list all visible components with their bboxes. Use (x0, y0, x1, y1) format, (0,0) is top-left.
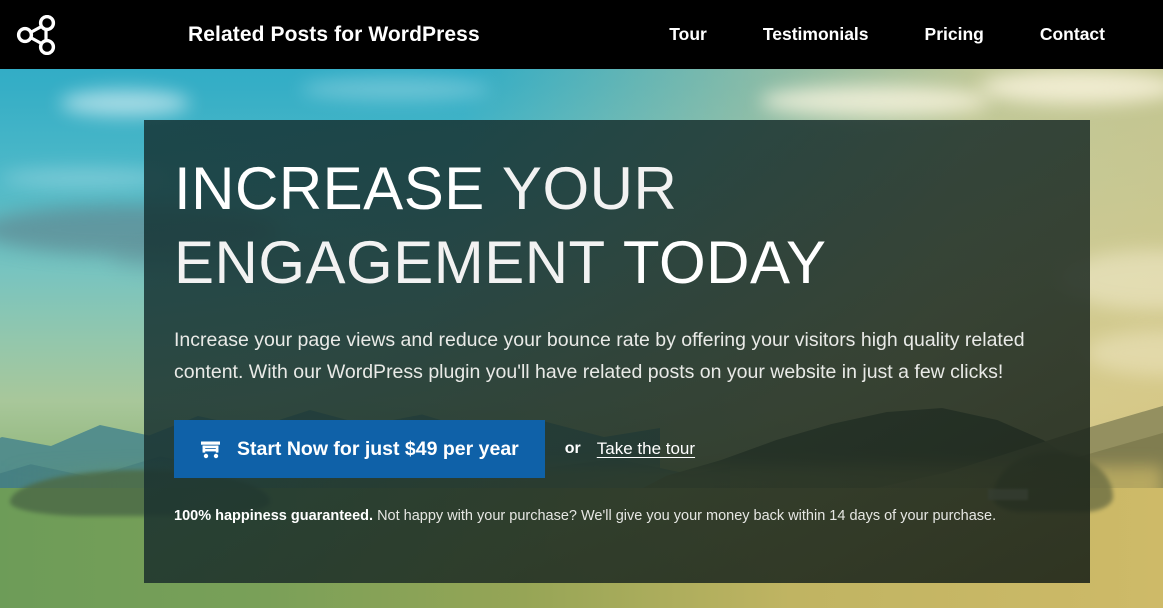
start-now-button[interactable]: Start Now for just $49 per year (174, 420, 545, 478)
top-navigation-bar: Related Posts for WordPress Tour Testimo… (0, 0, 1163, 69)
take-the-tour-link[interactable]: Take the tour (597, 439, 695, 459)
guarantee-rest: Not happy with your purchase? We'll give… (373, 508, 996, 524)
headline-word-today: TODAY (623, 229, 827, 296)
hero-headline-line-2: ENGAGEMENT TODAY (174, 226, 1058, 300)
cloud (760, 86, 990, 116)
shopping-cart-icon (200, 440, 222, 459)
nav-item-tour[interactable]: Tour (641, 24, 735, 45)
headline-word-engagement: ENGAGEMENT (174, 229, 606, 296)
hero-cta-row: Start Now for just $49 per year or Take … (174, 420, 1058, 478)
hero-overlay-panel: INCREASE YOUR ENGAGEMENT TODAY Increase … (144, 120, 1090, 583)
cloud (300, 78, 490, 100)
cloud (60, 90, 190, 116)
hero-subtext: Increase your page views and reduce your… (174, 324, 1058, 388)
hero-headline-line-1: INCREASE YOUR (174, 152, 1058, 226)
start-now-button-label: Start Now for just $49 per year (237, 438, 519, 461)
or-separator: or (565, 440, 581, 458)
primary-nav: Tour Testimonials Pricing Contact (641, 24, 1163, 45)
nav-item-testimonials[interactable]: Testimonials (735, 24, 897, 45)
guarantee-text: 100% happiness guaranteed. Not happy wit… (174, 508, 1058, 524)
brand-logo[interactable] (6, 0, 68, 69)
guarantee-bold-part: 100% happiness guaranteed. (174, 508, 373, 524)
nav-item-pricing[interactable]: Pricing (897, 24, 1012, 45)
brand-title: Related Posts for WordPress (188, 23, 480, 47)
headline-word-your: YOUR (502, 155, 677, 222)
nav-item-contact[interactable]: Contact (1012, 24, 1133, 45)
headline-word-increase: INCREASE (174, 155, 485, 222)
share-network-icon (15, 15, 59, 55)
